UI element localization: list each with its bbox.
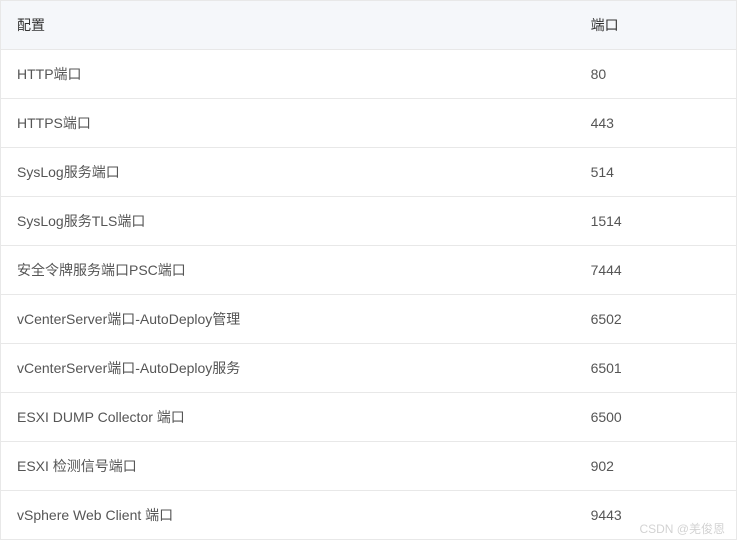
table-row: vCenterServer端口-AutoDeploy服务 6501: [1, 344, 737, 393]
cell-port: 6501: [575, 344, 737, 393]
cell-port: 9443: [575, 491, 737, 540]
cell-port: 902: [575, 442, 737, 491]
cell-config: ESXI DUMP Collector 端口: [1, 393, 575, 442]
ports-table: 配置 端口 HTTP端口 80 HTTPS端口 443 SysLog服务端口 5…: [0, 0, 737, 540]
cell-config: SysLog服务TLS端口: [1, 197, 575, 246]
table-row: vSphere Web Client 端口 9443: [1, 491, 737, 540]
table-header-row: 配置 端口: [1, 1, 737, 50]
table-row: 安全令牌服务端口PSC端口 7444: [1, 246, 737, 295]
cell-port: 6502: [575, 295, 737, 344]
table-row: HTTP端口 80: [1, 50, 737, 99]
cell-port: 514: [575, 148, 737, 197]
table-row: SysLog服务TLS端口 1514: [1, 197, 737, 246]
table-row: vCenterServer端口-AutoDeploy管理 6502: [1, 295, 737, 344]
table-row: SysLog服务端口 514: [1, 148, 737, 197]
table-row: ESXI DUMP Collector 端口 6500: [1, 393, 737, 442]
header-port: 端口: [575, 1, 737, 50]
cell-config: SysLog服务端口: [1, 148, 575, 197]
cell-config: ESXI 检测信号端口: [1, 442, 575, 491]
cell-port: 80: [575, 50, 737, 99]
cell-port: 443: [575, 99, 737, 148]
cell-port: 6500: [575, 393, 737, 442]
cell-config: vCenterServer端口-AutoDeploy服务: [1, 344, 575, 393]
table-row: ESXI 检测信号端口 902: [1, 442, 737, 491]
cell-config: vCenterServer端口-AutoDeploy管理: [1, 295, 575, 344]
cell-port: 1514: [575, 197, 737, 246]
table-row: HTTPS端口 443: [1, 99, 737, 148]
cell-config: vSphere Web Client 端口: [1, 491, 575, 540]
cell-port: 7444: [575, 246, 737, 295]
cell-config: HTTPS端口: [1, 99, 575, 148]
cell-config: HTTP端口: [1, 50, 575, 99]
header-config: 配置: [1, 1, 575, 50]
cell-config: 安全令牌服务端口PSC端口: [1, 246, 575, 295]
